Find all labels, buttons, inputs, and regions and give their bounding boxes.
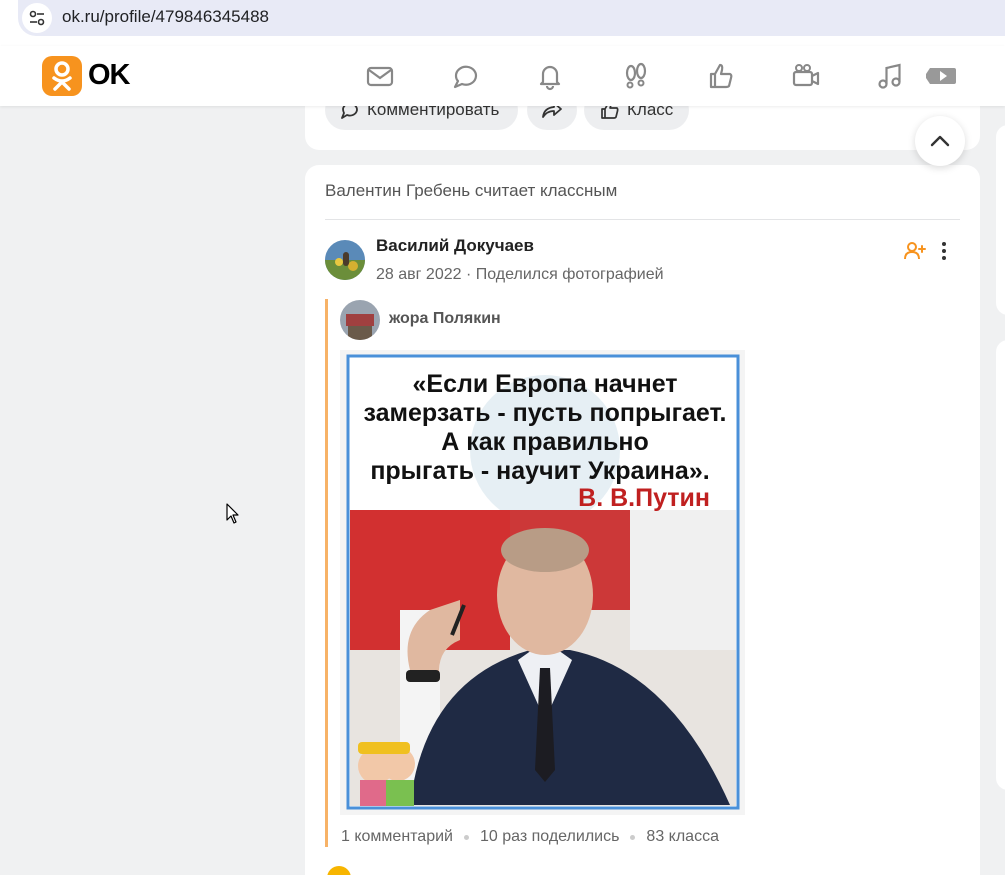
photo-caption-signature: В. В.Путин	[578, 484, 710, 512]
video-icon[interactable]	[790, 60, 822, 92]
music-icon[interactable]	[874, 60, 906, 92]
post-stats: 1 комментарий 10 раз поделились 83 класс…	[341, 828, 719, 846]
reshare-author-avatar[interactable]	[340, 300, 380, 340]
scroll-to-top-button[interactable]	[915, 116, 965, 166]
photo-caption-line-3: А как правильно	[441, 428, 649, 456]
post-date[interactable]: 28 авг 2022	[376, 266, 462, 283]
bell-icon[interactable]	[534, 60, 566, 92]
stats-separator	[630, 834, 636, 840]
comments-count[interactable]: 1 комментарий	[341, 828, 453, 846]
author-avatar[interactable]	[325, 240, 365, 280]
reshare-author-name[interactable]: жора Полякин	[389, 310, 501, 328]
shares-count[interactable]: 10 раз поделились	[480, 828, 619, 846]
classes-count[interactable]: 83 класса	[646, 828, 719, 846]
mail-icon[interactable]	[364, 60, 396, 92]
url-text[interactable]: ok.ru/profile/479846345488	[62, 7, 269, 27]
guests-icon[interactable]	[620, 60, 652, 92]
reshare-accent-bar	[325, 299, 328, 847]
post-action: Поделился фотографией	[475, 266, 664, 283]
ok-logo-icon[interactable]	[42, 56, 82, 96]
right-sidebar-card	[996, 340, 1005, 790]
site-header: OK	[0, 46, 1005, 106]
post-photo[interactable]: «Если Европа начнет замерзать - пусть по…	[340, 350, 745, 815]
video-play-icon[interactable]	[924, 60, 956, 92]
more-options-icon[interactable]	[936, 240, 952, 262]
post-meta: 28 авг 2022 · Поделился фотографией	[376, 266, 664, 284]
chevron-up-icon	[930, 135, 950, 147]
site-settings-icon[interactable]	[22, 3, 52, 33]
mouse-cursor-icon	[226, 503, 240, 525]
meta-separator: ·	[465, 266, 476, 283]
photo-caption-line-1: «Если Европа начнет	[412, 370, 677, 398]
photo-caption-line-2: замерзать - пусть попрыгает.	[364, 399, 727, 427]
stats-separator	[463, 834, 469, 840]
photo-caption-line-4: прыгать - научит Украина».	[370, 457, 709, 485]
liked-by-text[interactable]: Валентин Гребень считает классным	[325, 181, 617, 201]
author-name[interactable]: Василий Докучаев	[376, 236, 534, 256]
divider	[325, 219, 960, 220]
add-friend-icon[interactable]	[903, 240, 927, 262]
browser-address-bar: ok.ru/profile/479846345488	[0, 0, 1005, 46]
logo-text[interactable]: OK	[88, 59, 130, 92]
right-sidebar-card	[996, 125, 1005, 315]
chat-icon[interactable]	[450, 60, 482, 92]
like-icon[interactable]	[705, 60, 737, 92]
